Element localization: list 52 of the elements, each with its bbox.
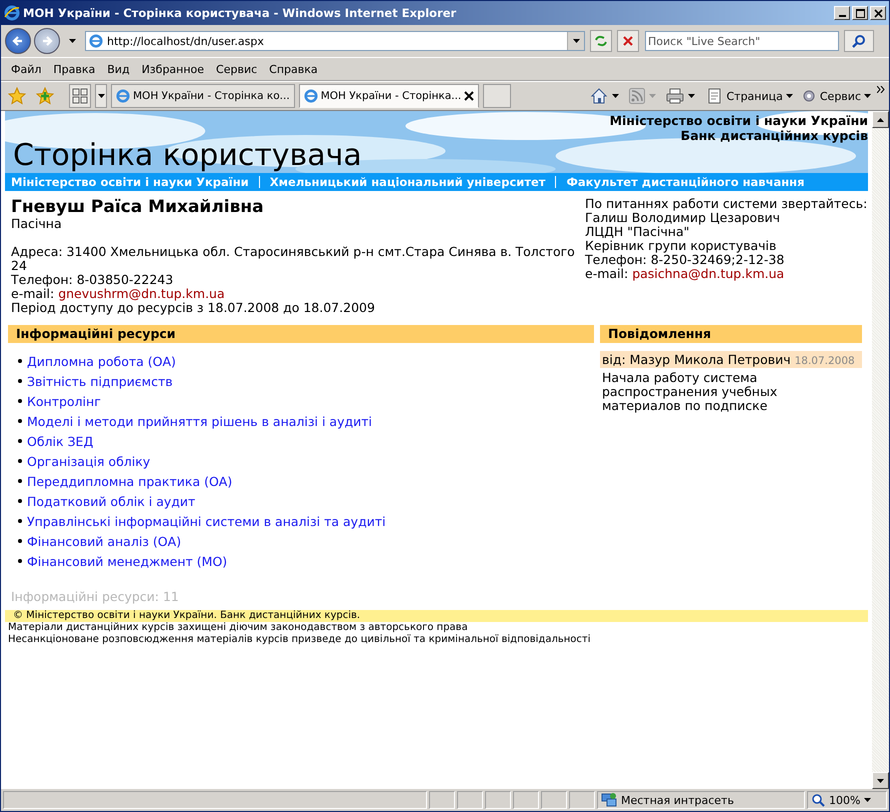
copyright-text: © Міністерство освіти і науки України. Банк дистанційних курсів. — [13, 610, 360, 621]
resource-link[interactable]: Звітність підприємств — [27, 374, 173, 388]
menu-item[interactable]: Файл — [7, 62, 46, 76]
user-phone: Телефон: 8-03850-22243 — [11, 273, 174, 287]
resource-link[interactable]: Фінансовий аналіз (ОА) — [27, 534, 182, 548]
user-name: Гневуш Раїса Михайлівна — [11, 197, 265, 217]
resource-link[interactable]: Облік ЗЕД — [27, 434, 94, 448]
email-link[interactable]: pasichna@dn.tup.km.ua — [632, 266, 784, 281]
resource-link[interactable]: Контролінг — [27, 394, 101, 408]
organization-name: Міністерство освіти і науки України — [610, 113, 868, 128]
user-organization: Пасічна — [11, 217, 63, 231]
resource-link[interactable]: Моделі і методи прийняття рішень в аналізі і аудиті — [27, 414, 372, 428]
resource-link[interactable]: Податковий облік і аудит — [27, 494, 196, 508]
browser-tab[interactable]: МОН України - Сторінка ко... — [111, 84, 295, 108]
contact-text: По питаннях работи системи звертайтесь: — [585, 197, 868, 211]
resource-link[interactable]: Переддипломна практика (ОА) — [27, 474, 232, 488]
menu-item[interactable]: Правка — [49, 62, 100, 76]
section-header: Повідомлення — [600, 325, 862, 343]
footer-text: Несанкціоноване розповсюдження матеріалів курсів призведе до цивільної та кримінальної відповідальності — [7, 634, 592, 646]
browser-tab[interactable]: МОН України - Сторінка... — [298, 84, 480, 108]
resource-link[interactable]: Дипломна робота (ОА) — [27, 354, 176, 368]
message-sender: від: Мазур Микола Петрович — [602, 352, 791, 367]
email-label: e-mail: — [11, 286, 54, 301]
resource-link[interactable]: Фінансовий менеджмент (МО) — [27, 554, 228, 568]
menu-item[interactable]: Избранное — [138, 62, 208, 76]
message-date: 18.07.2008 — [794, 355, 855, 367]
menu-item[interactable]: Вид — [103, 62, 134, 76]
footer-text: Матеріали дистанційних курсів захищені діючим законодавством з авторського права — [7, 622, 469, 634]
menu-item[interactable]: Справка — [265, 62, 322, 76]
window-title: МОН України - Сторінка користувача - Windows Internet Explorer — [23, 6, 458, 20]
resource-link[interactable]: Управлінські інформаційні системи в аналізі та аудиті — [27, 514, 386, 528]
security-zone: Местная интрасеть — [621, 794, 734, 806]
resource-count: Інформаційні ресурси: 11 — [11, 589, 180, 604]
message-text: Начала работу система распространения учебных материалов по подписке — [601, 369, 778, 415]
page-title: Сторінка користувача — [13, 139, 362, 173]
section-header: Інформаційні ресурси — [8, 325, 594, 343]
contact-text: Телефон: 8-250-32469;2-12-38 — [585, 253, 786, 267]
zoom-button[interactable]: 100% — [807, 791, 887, 809]
search-field[interactable]: Поиск "Live Search" — [645, 31, 839, 51]
toolbar-button[interactable]: Страница — [705, 88, 795, 104]
site-name: Банк дистанційних курсів — [680, 128, 868, 143]
email-label: e-mail: — [585, 266, 628, 281]
email-link[interactable]: gnevushrm@dn.tup.km.ua — [58, 286, 225, 301]
user-address: Адреса: 31400 Хмельницька обл. Старосинявський р-н смт.Стара Синява в. Толстого 24 — [11, 245, 576, 273]
access-period: Період доступу до ресурсів з 18.07.2008 до 18.07.2009 — [11, 301, 376, 315]
address-field[interactable]: http://localhost/dn/user.aspx — [85, 31, 585, 51]
menu-item[interactable]: Сервис — [212, 62, 262, 76]
contact-text: Галиш Володимир Цезарович — [585, 211, 782, 225]
resource-link[interactable]: Організація обліку — [27, 454, 150, 468]
contact-text: Керівник групи користувачів — [585, 239, 778, 253]
contact-text: ЛЦДН "Пасічна" — [585, 225, 690, 239]
toolbar-button[interactable]: Сервис — [798, 88, 873, 104]
